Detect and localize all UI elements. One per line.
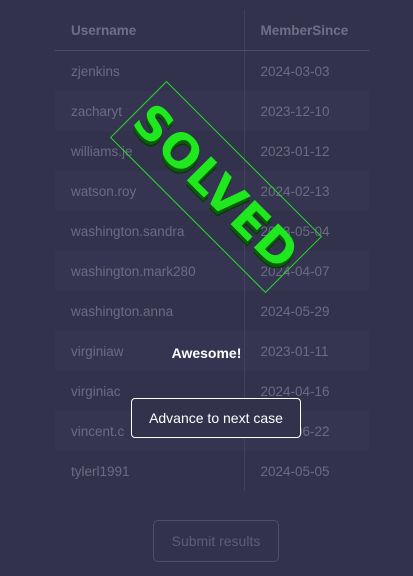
table-row: washington.mark280 2024-04-07 (55, 251, 369, 291)
cell-member-since: 2024-05-29 (243, 291, 369, 331)
table-header-row: Username MemberSince (55, 10, 369, 51)
table-row: zacharyt 2023-12-10 (55, 91, 369, 131)
cell-username: washington.anna (71, 303, 174, 319)
table-row: tylerl1991 2024-05-05 (55, 451, 369, 491)
cell-member-since: 2023-01-12 (243, 131, 369, 171)
advance-next-case-button[interactable]: Advance to next case (131, 398, 301, 438)
header-member-since: MemberSince (243, 10, 369, 51)
table-row: zjenkins 2024-03-03 (55, 50, 369, 91)
cell-member-since: 2023-12-10 (243, 91, 369, 131)
cell-username: washington.mark280 (55, 251, 244, 291)
header-username: Username (55, 10, 244, 51)
submit-results-button: Submit results (153, 520, 279, 562)
success-message: Awesome! (171, 345, 242, 361)
cell-username: tylerl1991 (71, 463, 130, 479)
table-row: washington.anna 2024-05-29 (55, 291, 369, 331)
cell-member-since: 2024-03-03 (243, 50, 369, 91)
cell-username: zjenkins (71, 63, 120, 79)
cell-member-since: 2024-05-05 (243, 451, 369, 491)
